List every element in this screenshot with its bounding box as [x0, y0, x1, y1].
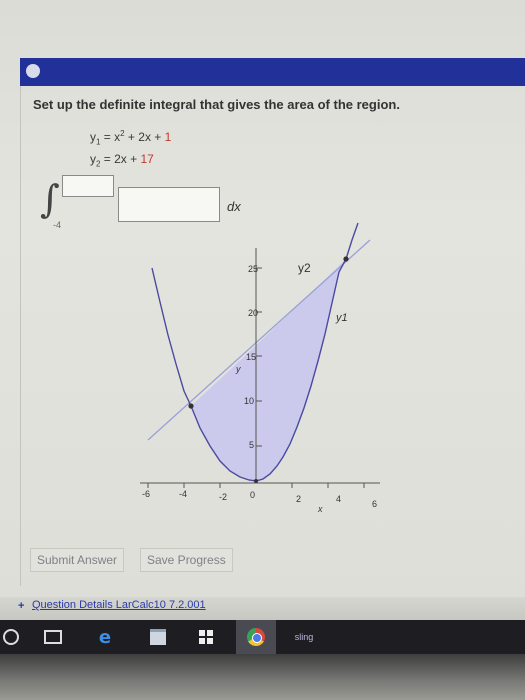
question-details-link[interactable]: Question Details LarCalc10 7.2.001 [32, 599, 206, 611]
x-tick-label: -4 [179, 489, 187, 499]
region-graph: -6 -4 -2 0 2 4 6 5 10 15 20 25 x y y2 y1 [140, 222, 380, 514]
y-tick-label: 10 [244, 396, 254, 406]
submit-answer-button[interactable]: Submit Answer [30, 548, 125, 572]
vertex-point [254, 479, 258, 483]
x-tick-label: 4 [336, 494, 341, 504]
x-ticks [147, 483, 365, 488]
edge-button[interactable]: e [92, 620, 118, 654]
office-icon [199, 630, 213, 644]
x-tick-label: 6 [372, 499, 377, 509]
shaded-region [191, 259, 346, 481]
y-axis-label: y [235, 364, 241, 374]
office-button[interactable] [193, 620, 219, 654]
x-tick-label: 0 [250, 490, 255, 500]
x-tick-label: -2 [219, 492, 227, 502]
task-view-icon [44, 630, 62, 644]
windows-icon [3, 629, 19, 645]
curve-label-y2: y2 [298, 261, 311, 275]
sling-app-icon: sling [294, 632, 314, 642]
chrome-button[interactable] [236, 620, 276, 654]
y-tick-label: 5 [249, 440, 254, 450]
y-tick-label: 20 [248, 308, 258, 318]
intersection-left [188, 403, 194, 409]
save-progress-button[interactable]: Save Progress [140, 548, 233, 572]
edge-icon: e [98, 626, 112, 648]
expand-details-icon[interactable]: + [18, 600, 24, 612]
sling-app-button[interactable]: sling [286, 620, 322, 654]
start-button[interactable] [0, 620, 22, 654]
laptop-bezel [0, 654, 525, 700]
x-tick-label: 2 [296, 494, 301, 504]
store-button[interactable] [145, 620, 171, 654]
curve-label-y1: y1 [335, 312, 348, 324]
y-tick-label: 25 [248, 264, 258, 274]
chrome-icon [247, 628, 265, 646]
store-icon [150, 629, 166, 645]
x-tick-label: -6 [142, 489, 150, 499]
task-view-button[interactable] [40, 620, 66, 654]
y-tick-label: 15 [246, 352, 256, 362]
intersection-right [343, 256, 349, 262]
x-axis-label: x [317, 504, 323, 514]
